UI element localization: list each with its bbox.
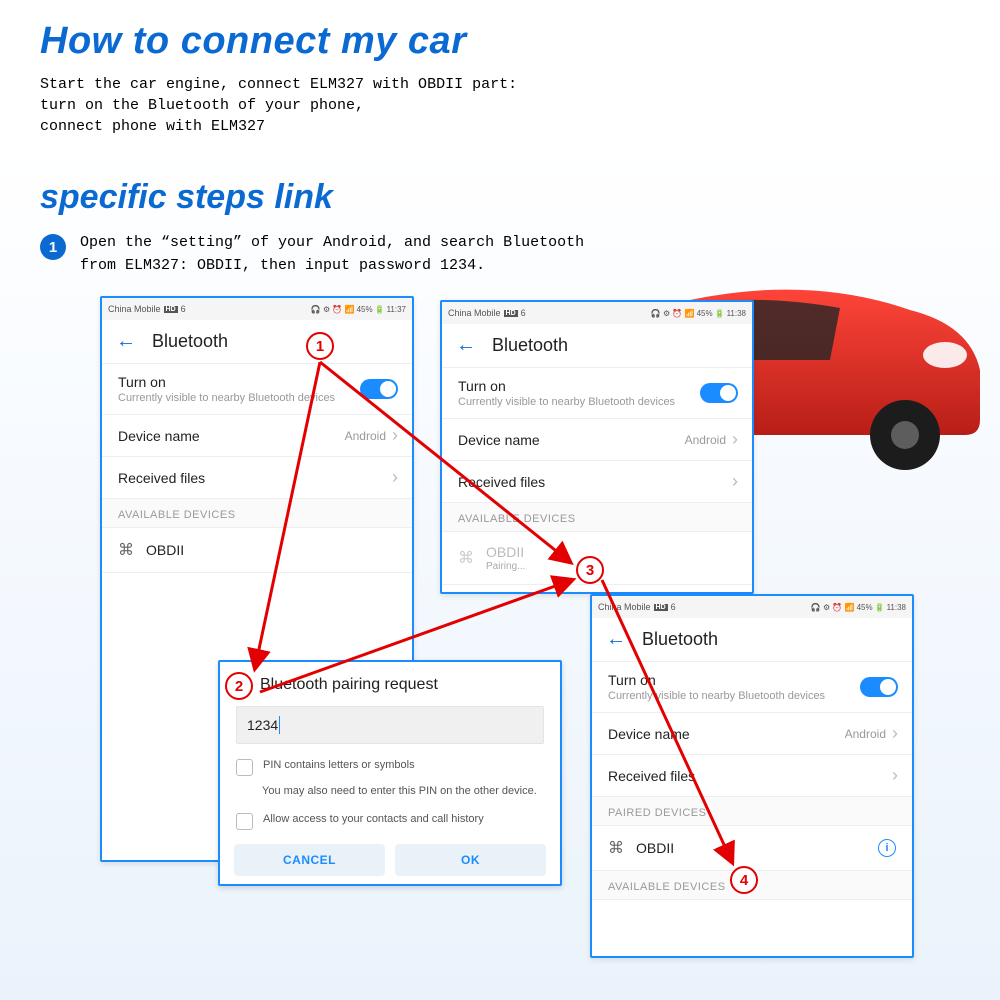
received-files-row[interactable]: Received files › bbox=[592, 755, 912, 797]
device-obdii-paired[interactable]: ⌘ OBDII i bbox=[592, 826, 912, 871]
info-icon[interactable]: i bbox=[878, 839, 896, 857]
page-title: Bluetooth bbox=[492, 335, 568, 356]
back-icon[interactable]: ← bbox=[606, 628, 626, 651]
paired-devices-header: PAIRED DEVICES bbox=[592, 797, 912, 826]
bluetooth-icon: ⌘ bbox=[458, 548, 474, 568]
heading-main: How to connect my car bbox=[40, 20, 466, 63]
device-obdii-pairing[interactable]: ⌘ OBDIIPairing... bbox=[442, 532, 752, 585]
bluetooth-toggle[interactable] bbox=[860, 677, 898, 697]
status-bar: China Mobile HD 6 🎧 ⚙ ⏰ 📶 45% 🔋 11:38 bbox=[442, 302, 752, 324]
ok-button[interactable]: OK bbox=[395, 844, 546, 876]
back-icon[interactable]: ← bbox=[116, 330, 136, 353]
chevron-right-icon: › bbox=[392, 425, 398, 446]
chevron-right-icon: › bbox=[392, 467, 398, 488]
device-name-row[interactable]: Device name Android› bbox=[442, 419, 752, 461]
pairing-dialog: Bluetooth pairing request 1234 PIN conta… bbox=[218, 660, 562, 886]
available-devices-header: AVAILABLE DEVICES bbox=[102, 499, 412, 528]
device-name-row[interactable]: Device name Android› bbox=[592, 713, 912, 755]
bluetooth-toggle[interactable] bbox=[360, 379, 398, 399]
pin-letters-checkbox[interactable]: PIN contains letters or symbols bbox=[220, 754, 560, 784]
received-files-row[interactable]: Received files › bbox=[442, 461, 752, 503]
back-icon[interactable]: ← bbox=[456, 334, 476, 357]
step-instruction: Open the “setting” of your Android, and … bbox=[80, 232, 600, 277]
device-name-row[interactable]: Device name Android› bbox=[102, 415, 412, 457]
phone-screenshot-3: China Mobile HD 6 🎧 ⚙ ⏰ 📶 45% 🔋 11:38 ← … bbox=[590, 594, 914, 958]
status-bar: China Mobile HD 6 🎧 ⚙ ⏰ 📶 45% 🔋 11:37 bbox=[102, 298, 412, 320]
status-bar: China Mobile HD 6 🎧 ⚙ ⏰ 📶 45% 🔋 11:38 bbox=[592, 596, 912, 618]
available-devices-header: AVAILABLE DEVICES bbox=[592, 871, 912, 900]
available-devices-header: AVAILABLE DEVICES bbox=[442, 503, 752, 532]
turn-on-row[interactable]: Turn onCurrently visible to nearby Bluet… bbox=[592, 662, 912, 713]
device-obdii[interactable]: ⌘ OBDII bbox=[102, 528, 412, 573]
cancel-button[interactable]: CANCEL bbox=[234, 844, 385, 876]
heading-steps: specific steps link bbox=[40, 178, 333, 217]
step-number-badge: 1 bbox=[40, 234, 66, 260]
phone-screenshot-2: China Mobile HD 6 🎧 ⚙ ⏰ 📶 45% 🔋 11:38 ← … bbox=[440, 300, 754, 594]
contacts-checkbox[interactable]: Allow access to your contacts and call h… bbox=[220, 808, 560, 838]
bluetooth-icon: ⌘ bbox=[608, 838, 624, 858]
turn-on-row[interactable]: Turn onCurrently visible to nearby Bluet… bbox=[442, 368, 752, 419]
page-title: Bluetooth bbox=[152, 331, 228, 352]
description-text: Start the car engine, connect ELM327 wit… bbox=[40, 74, 517, 137]
bluetooth-toggle[interactable] bbox=[700, 383, 738, 403]
dialog-note: You may also need to enter this PIN on t… bbox=[220, 784, 560, 808]
pin-input[interactable]: 1234 bbox=[236, 706, 544, 744]
turn-on-row[interactable]: Turn onCurrently visible to nearby Bluet… bbox=[102, 364, 412, 415]
dialog-title: Bluetooth pairing request bbox=[220, 672, 560, 706]
received-files-row[interactable]: Received files › bbox=[102, 457, 412, 499]
page-title: Bluetooth bbox=[642, 629, 718, 650]
bluetooth-icon: ⌘ bbox=[118, 540, 134, 560]
